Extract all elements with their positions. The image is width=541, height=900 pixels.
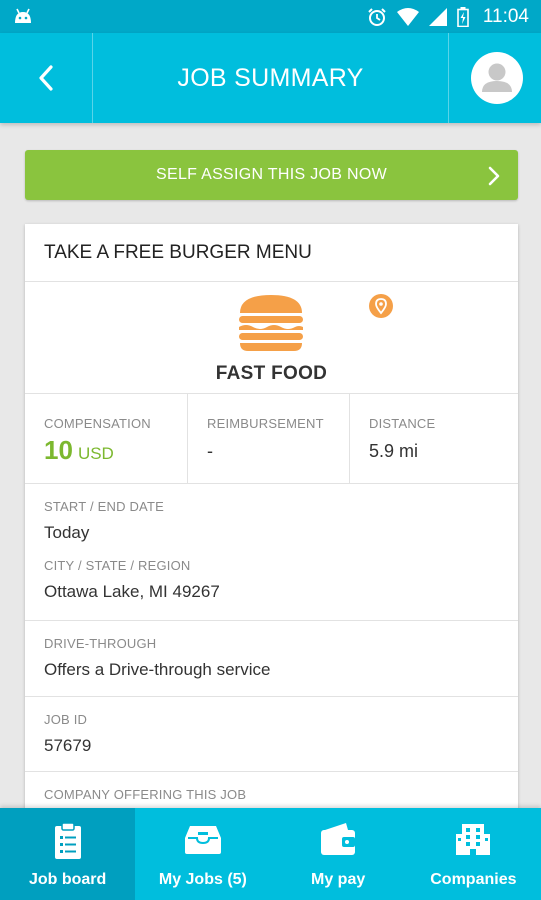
signal-icon [428,8,447,26]
job-category-banner: FAST FOOD [25,282,518,394]
location-pin-icon[interactable] [369,294,393,318]
chevron-right-icon [488,166,500,186]
job-title: TAKE A FREE BURGER MENU [25,224,518,282]
reimbursement-value: - [207,441,213,461]
avatar [471,52,523,104]
company-section: COMPANY OFFERING THIS JOB [25,772,518,802]
nav-job-board-label: Job board [28,871,107,888]
nav-my-jobs[interactable]: My Jobs (5) [135,808,270,900]
nav-my-pay-label: My pay [311,871,366,888]
status-time: 11:04 [482,6,529,27]
job-id-value: 57679 [44,736,92,755]
status-bar: 11:04 [0,0,541,33]
distance-label: DISTANCE [369,416,436,431]
compensation-currency: USD [77,444,114,463]
bottom-nav: Job board My Jobs (5) My pay Companies [0,808,541,900]
drive-through-section: DRIVE-THROUGH Offers a Drive-through ser… [25,621,518,697]
nav-my-jobs-label: My Jobs (5) [158,871,247,888]
battery-icon [457,7,469,27]
chevron-left-icon [39,65,53,91]
start-end-date-value: Today [44,523,90,542]
reimbursement-stat: REIMBURSEMENT - [187,394,349,483]
page-title: JOB SUMMARY [177,64,364,92]
android-notification-icon [15,8,31,23]
compensation-value: 10 USD [44,435,187,466]
location-label: CITY / STATE / REGION [44,558,191,573]
compensation-label: COMPENSATION [44,416,151,431]
distance-stat: DISTANCE 5.9 mi [349,394,518,483]
nav-companies-label: Companies [430,871,517,888]
back-button[interactable] [0,33,93,123]
nav-my-pay[interactable]: My pay [271,808,406,900]
job-id-section: JOB ID 57679 [25,697,518,772]
app-bar: JOB SUMMARY [0,33,541,123]
user-silhouette-icon [482,63,512,92]
drive-through-label: DRIVE-THROUGH [44,636,157,651]
job-stats-row: COMPENSATION 10 USD REIMBURSEMENT - DIST… [25,394,518,484]
wallet-icon [321,823,356,855]
compensation-amount: 10 [44,435,73,465]
distance-value: 5.9 mi [369,441,419,461]
location-value: Ottawa Lake, MI 49267 [44,582,220,601]
inbox-tray-icon [184,826,221,854]
reimbursement-label: REIMBURSEMENT [207,416,324,431]
self-assign-button[interactable]: SELF ASSIGN THIS JOB NOW [25,150,518,200]
start-end-date-label: START / END DATE [44,499,164,514]
job-category-label: FAST FOOD [215,363,328,384]
clipboard-icon [54,822,81,859]
dates-location-section: START / END DATE Today CITY / STATE / RE… [25,484,518,621]
building-icon [456,824,491,855]
company-label: COMPANY OFFERING THIS JOB [44,787,247,802]
nav-companies[interactable]: Companies [406,808,541,900]
wifi-icon [396,8,419,26]
job-id-label: JOB ID [44,712,88,727]
burger-icon [239,295,303,351]
profile-button[interactable] [448,33,541,123]
drive-through-value: Offers a Drive-through service [44,660,271,679]
job-card: TAKE A FREE BURGER MENU FAST FOOD COMPEN… [25,224,518,844]
nav-job-board[interactable]: Job board [0,808,136,900]
self-assign-label: SELF ASSIGN THIS JOB NOW [156,166,387,183]
alarm-icon [368,8,386,26]
compensation-stat: COMPENSATION 10 USD [25,394,187,483]
